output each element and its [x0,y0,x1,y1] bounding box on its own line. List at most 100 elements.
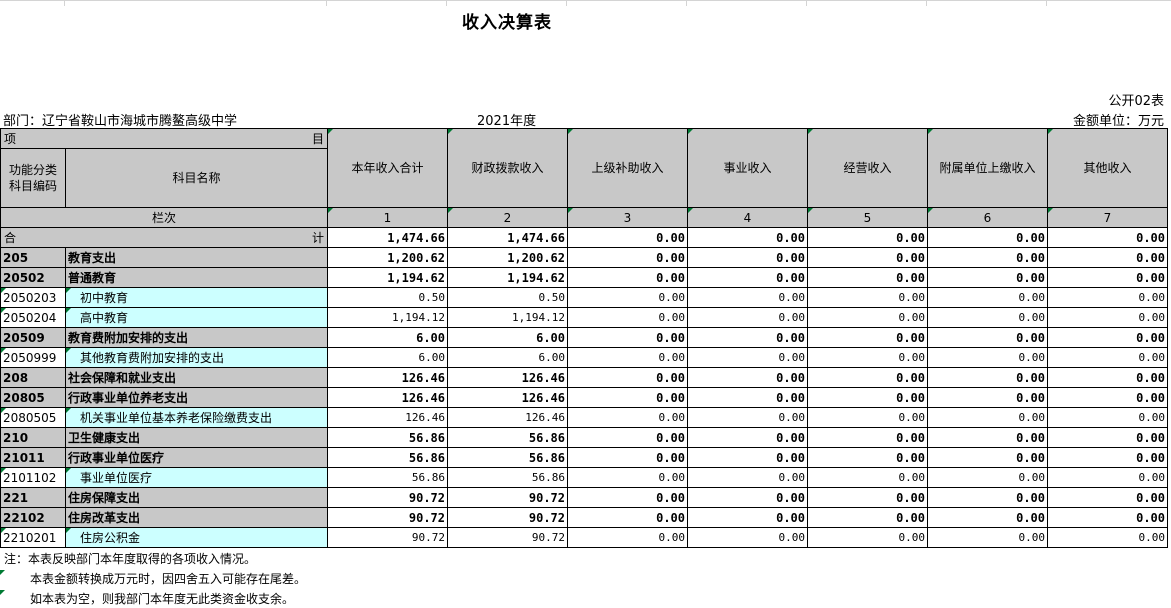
amount-cell: 90.72 [327,487,448,508]
total-value: 0.00 [567,227,688,248]
amount-cell: 0.00 [1047,507,1168,528]
column-header: 本年收入合计 [327,128,448,208]
subject-name: 住房保障支出 [65,487,328,508]
note-line: 如本表为空，则我部门本年度无此类资金收支余。 [30,592,295,606]
amount-cell: 56.86 [327,447,448,468]
sheet-gridline [806,0,807,6]
amount-cell: 1,194.12 [327,307,448,328]
fiscal-year: 2021年度 [477,114,537,129]
amount-cell: 0.00 [687,447,808,468]
report-title: 收入决算表 [462,13,552,33]
detail-row: 2080505 机关事业单位基本养老保险缴费支出 126.46 126.46 0.00 0… [0,407,1168,428]
amount-cell: 0.00 [687,507,808,528]
amount-cell: 1,200.62 [447,247,568,268]
subject-name: 社会保障和就业支出 [65,367,328,388]
amount-cell: 6.00 [447,327,568,348]
amount-cell: 0.00 [687,367,808,388]
subject-name: 普通教育 [65,267,328,288]
amount-cell: 0.00 [687,527,808,548]
summary-row: 205 教育支出 1,200.62 1,200.62 0.00 0.00 0.00 0.00 0… [0,247,1168,268]
amount-cell: 0.00 [807,287,928,308]
amount-cell: 0.00 [807,367,928,388]
amount-cell: 0.00 [687,307,808,328]
sheet-gridline [566,0,567,6]
income-table: 项目本年收入合计 财政拨款收入 上级补助收入 事业收入 经营收入 附属单位上缴收入 其他收入… [0,128,1168,548]
amount-cell: 90.72 [447,507,568,528]
summary-row: 208 社会保障和就业支出 126.46 126.46 0.00 0.00 0.00 0.00… [0,367,1168,388]
item-header-left: 项 [4,131,17,146]
subject-code: 205 [0,247,66,268]
column-number: 4 [687,207,808,228]
amount-cell: 56.86 [447,447,568,468]
subject-code: 20805 [0,387,66,408]
amount-cell: 0.00 [687,347,808,368]
amount-cell: 56.86 [447,467,568,488]
summary-row: 20502 普通教育 1,194.62 1,194.62 0.00 0.00 0.00 0.0… [0,267,1168,288]
amount-cell: 0.00 [927,467,1048,488]
amount-cell: 0.00 [1047,487,1168,508]
subject-name: 机关事业单位基本养老保险缴费支出 [65,407,328,428]
amount-cell: 0.00 [1047,347,1168,368]
sheet-gridline [326,0,327,6]
subject-name: 住房公积金 [65,527,328,548]
amount-cell: 0.00 [567,387,688,408]
detail-row: 2050204 高中教育 1,194.12 1,194.12 0.00 0.00 0.00 0… [0,307,1168,328]
amount-cell: 0.00 [807,327,928,348]
amount-cell: 0.00 [927,267,1048,288]
amount-cell: 0.00 [927,247,1048,268]
amount-cell: 0.00 [567,427,688,448]
amount-unit: 金额单位：万元 [1072,114,1164,129]
amount-cell: 90.72 [447,527,568,548]
detail-row: 2210201 住房公积金 90.72 90.72 0.00 0.00 0.00 0.00 0.… [0,527,1168,548]
amount-cell: 0.00 [687,327,808,348]
column-number: 7 [1047,207,1168,228]
amount-cell: 0.00 [927,347,1048,368]
amount-cell: 0.00 [687,247,808,268]
amount-cell: 0.00 [687,387,808,408]
summary-row: 21011 行政事业单位医疗 56.86 56.86 0.00 0.00 0.00 0.00 0… [0,447,1168,468]
cell-comment-marker [0,570,5,575]
column-number: 2 [447,207,568,228]
amount-cell: 0.00 [927,427,1048,448]
detail-row: 2101102 事业单位医疗 56.86 56.86 0.00 0.00 0.00 0.00 0… [0,467,1168,488]
summary-row: 210 卫生健康支出 56.86 56.86 0.00 0.00 0.00 0.00 0.00 [0,427,1168,448]
total-label: 合计 [0,227,328,248]
subject-code: 2101102 [0,467,66,488]
header-row: 项目本年收入合计 财政拨款收入 上级补助收入 事业收入 经营收入 附属单位上缴收入 其他收入 [0,128,1168,208]
cell-comment-marker [0,590,5,595]
amount-cell: 0.00 [927,447,1048,468]
column-header: 上级补助收入 [567,128,688,208]
column-number: 3 [567,207,688,228]
summary-row: 20805 行政事业单位养老支出 126.46 126.46 0.00 0.00 0.00 0… [0,387,1168,408]
item-header-right: 目 [311,131,324,146]
subject-code: 2050999 [0,347,66,368]
amount-cell: 0.00 [807,387,928,408]
subject-code: 20502 [0,267,66,288]
amount-cell: 0.00 [1047,327,1168,348]
amount-cell: 0.00 [687,427,808,448]
total-value: 0.00 [1047,227,1168,248]
amount-cell: 0.50 [447,287,568,308]
amount-cell: 0.00 [1047,307,1168,328]
note-line: 注：本表反映部门本年度取得的各项收入情况。 [4,552,257,566]
amount-cell: 0.00 [687,287,808,308]
amount-cell: 90.72 [327,527,448,548]
column-number: 6 [927,207,1048,228]
amount-cell: 0.00 [567,287,688,308]
subject-code: 2210201 [0,527,66,548]
total-value: 0.00 [807,227,928,248]
subject-code: 21011 [0,447,66,468]
amount-cell: 1,200.62 [327,247,448,268]
detail-row: 2050999 其他教育费附加安排的支出 6.00 6.00 0.00 0.00 0.00 0… [0,347,1168,368]
sheet-gridline [446,0,447,6]
sheet-top-border [0,0,1171,1]
amount-cell: 6.00 [327,347,448,368]
amount-cell: 0.00 [1047,527,1168,548]
amount-cell: 0.00 [567,467,688,488]
amount-cell: 0.00 [1047,267,1168,288]
subject-name: 教育支出 [65,247,328,268]
column-number: 1 [327,207,448,228]
amount-cell: 90.72 [327,507,448,528]
amount-cell: 0.00 [1047,247,1168,268]
amount-cell: 0.00 [1047,407,1168,428]
